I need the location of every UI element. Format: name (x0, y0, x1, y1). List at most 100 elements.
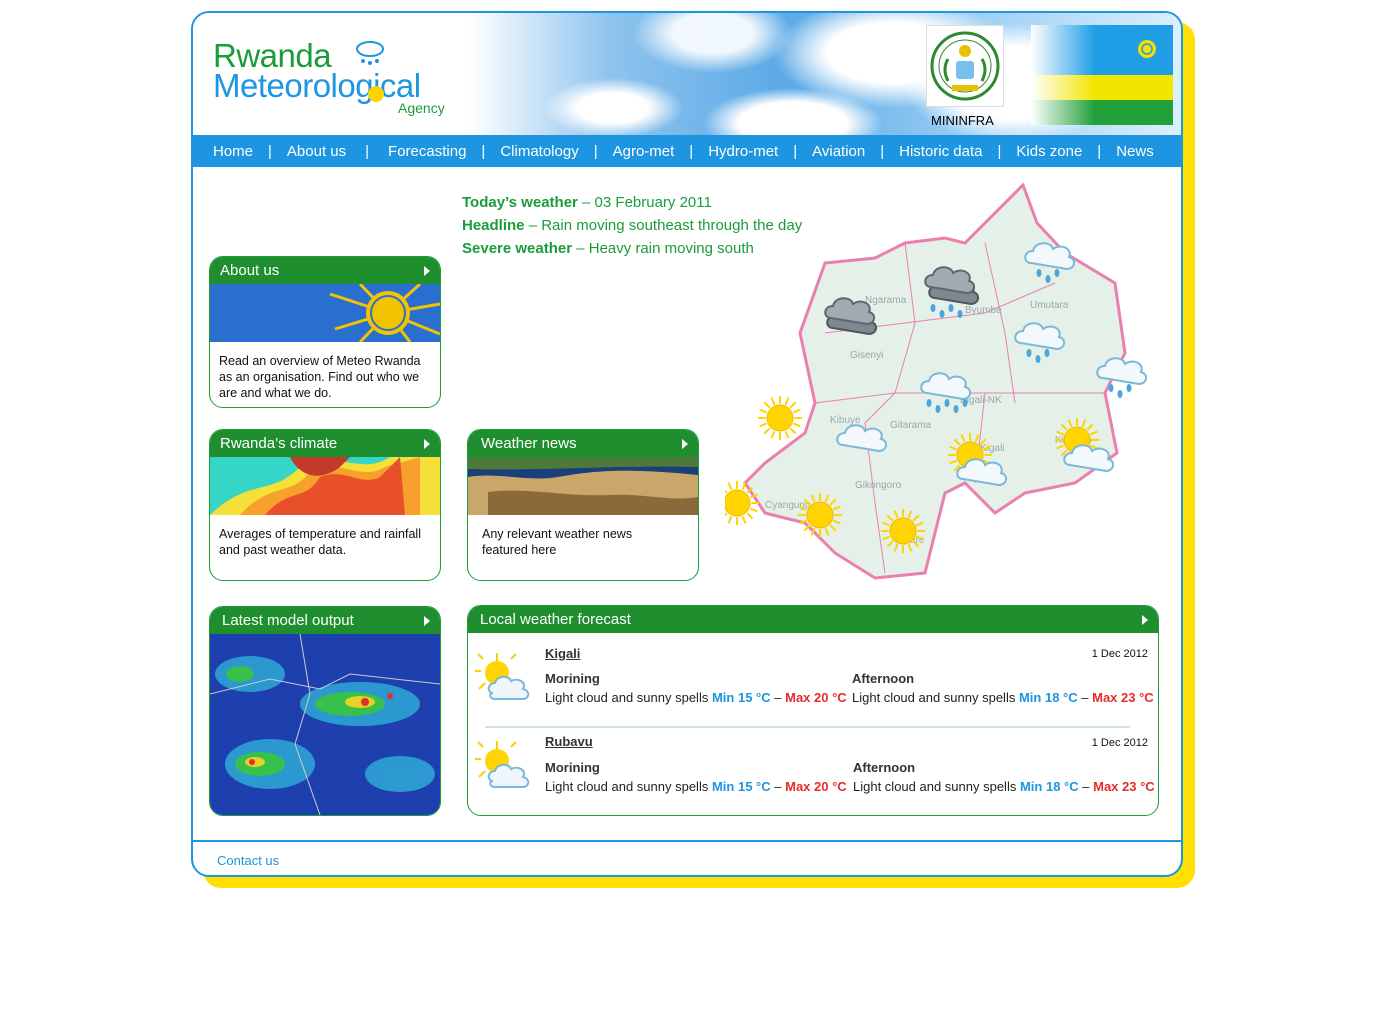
nav-agromet[interactable]: Agro-met (613, 143, 675, 160)
arrow-right-icon (424, 616, 430, 626)
sun-icon (880, 508, 926, 554)
flag-sun (1138, 40, 1156, 58)
temp-dash: – (1082, 779, 1090, 794)
today-weather-value: – 03 February 2011 (577, 194, 712, 211)
sun-cloud-icon (475, 741, 530, 788)
ministry-label: MININFRA (931, 113, 994, 128)
emblem-icon (930, 31, 1000, 101)
footer-divider (193, 840, 1181, 842)
site-logo[interactable]: Rwanda Meteorological Agency (213, 39, 445, 116)
weather-news-text: Any relevant weather news featured here (482, 527, 633, 557)
afternoon-text: Light cloud and sunny spells (852, 690, 1016, 705)
weather-news-box[interactable]: Weather news Any relevant weather news f… (467, 429, 699, 581)
nav-kids-zone[interactable]: Kids zone (1016, 143, 1082, 160)
afternoon-text: Light cloud and sunny spells (853, 779, 1017, 794)
map-label-gitarama: Gitarama (890, 420, 932, 431)
climate-header[interactable]: Rwanda’s climate (210, 430, 440, 457)
logo-cloud-icon (356, 41, 384, 65)
main-nav: Home | About us | Forecasting | Climatology… (193, 135, 1181, 167)
nav-home[interactable]: Home (213, 143, 253, 160)
nav-about[interactable]: About us (287, 143, 346, 160)
model-output-box[interactable]: Latest model output (209, 606, 441, 816)
morning-text: Light cloud and sunny spells (545, 779, 709, 794)
model-output-header[interactable]: Latest model output (210, 607, 440, 634)
climate-box[interactable]: Rwanda’s climate Averages of temperature… (209, 429, 441, 581)
local-forecast-header[interactable]: Local weather forecast (468, 606, 1158, 633)
morning-label: Morining (545, 760, 600, 775)
today-weather-label: Today’s weather (462, 194, 578, 211)
logo-meteorological: Meteorological (213, 67, 421, 104)
rwanda-flag (1031, 25, 1173, 125)
nav-separator: | (997, 142, 1002, 160)
afternoon-max: Max 23 °C (1092, 690, 1154, 705)
forecast-row: Kigali 1 Dec 2012 Morining Light cloud a… (468, 633, 1158, 728)
afternoon-label: Afternoon (853, 760, 916, 775)
sun-icon (797, 492, 843, 538)
arrow-right-icon (1142, 615, 1148, 625)
morning-max: Max 20 °C (785, 690, 847, 705)
morning-desc: Light cloud and sunny spells Min 15 °C –… (545, 779, 847, 794)
afternoon-desc: Light cloud and sunny spells Min 18 °C –… (852, 690, 1154, 705)
header: Rwanda Meteorological Agency MININFRA (193, 13, 1181, 135)
nav-separator: | (365, 142, 370, 160)
rwanda-weather-map: Ngarama Byumba Umutara Gisenyi Kibuye Gi… (725, 183, 1147, 580)
temp-dash: – (1081, 690, 1089, 705)
temp-dash: – (774, 690, 782, 705)
climate-image (210, 457, 440, 515)
nav-separator: | (1097, 142, 1102, 160)
logo-agency: Agency (398, 100, 445, 116)
afternoon-desc: Light cloud and sunny spells Min 18 °C –… (853, 779, 1155, 794)
about-us-image (210, 282, 440, 344)
morning-min: Min 15 °C (711, 690, 771, 705)
nav-news[interactable]: News (1116, 143, 1154, 160)
arrow-right-icon (682, 439, 688, 449)
nav-separator: | (880, 142, 885, 160)
nav-separator: | (793, 142, 798, 160)
local-forecast-box[interactable]: Local weather forecast Kigali 1 Dec 2012… (467, 605, 1159, 816)
model-output-image (210, 633, 440, 815)
climate-text: Averages of temperature and rainfall and… (219, 527, 421, 557)
forecast-location[interactable]: Kigali (545, 646, 580, 661)
about-us-text: Read an overview of Meteo Rwanda as an o… (219, 354, 421, 400)
map-label-umutara: Umutara (1030, 300, 1069, 311)
model-output-title: Latest model output (222, 612, 354, 629)
forecast-location[interactable]: Rubavu (545, 734, 593, 749)
rain-icon (1108, 384, 1132, 398)
map-label-byumba: Byumba (965, 305, 1002, 316)
forecast-row: Rubavu 1 Dec 2012 Morining Light cloud a… (468, 721, 1158, 809)
nav-separator: | (689, 142, 694, 160)
morning-desc: Light cloud and sunny spells Min 15 °C –… (545, 690, 847, 705)
afternoon-label: Afternoon (852, 671, 915, 686)
nav-climatology[interactable]: Climatology (500, 143, 578, 160)
nav-separator: | (593, 142, 598, 160)
temp-dash: – (774, 779, 782, 794)
nav-historic-data[interactable]: Historic data (899, 143, 982, 160)
about-us-box[interactable]: About us Read an overview of Meteo Rwand… (209, 256, 441, 408)
sun-cloud-icon (475, 653, 530, 700)
weather-news-header[interactable]: Weather news (468, 430, 698, 457)
map-label-gisenyi: Gisenyi (850, 350, 883, 361)
nav-separator: | (268, 142, 272, 160)
sun-icon (757, 395, 803, 441)
severe-weather-label: Severe weather (462, 240, 573, 257)
arrow-right-icon (424, 439, 430, 449)
morning-label: Morining (545, 671, 600, 686)
morning-max: Max 20 °C (785, 779, 847, 794)
forecast-date: 1 Dec 2012 (1091, 648, 1148, 660)
nav-aviation[interactable]: Aviation (812, 143, 865, 160)
page-frame: Rwanda Meteorological Agency MININFRA Ho… (191, 11, 1183, 877)
nav-hydromet[interactable]: Hydro-met (708, 143, 778, 160)
map-label-gikongoro: Gikongoro (855, 480, 902, 491)
weather-news-title: Weather news (481, 435, 577, 452)
afternoon-min: Min 18 °C (1018, 690, 1078, 705)
afternoon-min: Min 18 °C (1019, 779, 1079, 794)
nav-forecasting[interactable]: Forecasting (388, 143, 466, 160)
coat-of-arms (926, 25, 1004, 107)
logo-sun-icon (368, 86, 384, 102)
afternoon-max: Max 23 °C (1093, 779, 1155, 794)
contact-us-link[interactable]: Contact us (217, 853, 279, 868)
about-us-title: About us (220, 262, 280, 279)
local-forecast-title: Local weather forecast (480, 611, 631, 628)
climate-title: Rwanda’s climate (220, 435, 338, 452)
about-us-header[interactable]: About us (210, 257, 440, 284)
